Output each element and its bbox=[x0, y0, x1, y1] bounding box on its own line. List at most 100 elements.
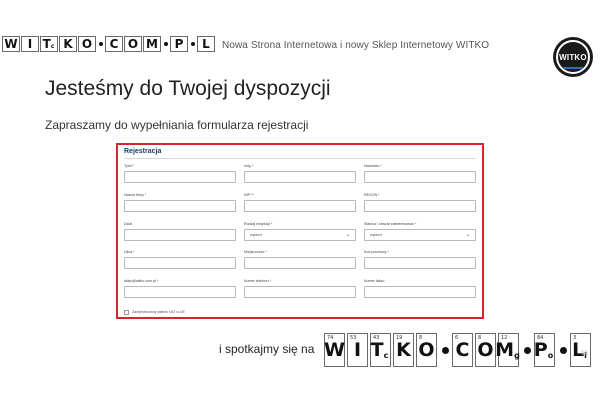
logo-cell-symbol: I bbox=[353, 339, 362, 361]
select-field[interactable]: wybierz ⌄ bbox=[244, 229, 356, 241]
field-label: Dział bbox=[124, 222, 132, 226]
logo-cell-symbol: M bbox=[146, 37, 158, 51]
text-field[interactable] bbox=[124, 200, 236, 212]
text-field[interactable] bbox=[364, 286, 476, 298]
field-label: sklep@witko.com.pl * bbox=[124, 279, 159, 283]
field-label: Numer faksu bbox=[364, 279, 385, 283]
logo-cell: K bbox=[59, 36, 77, 52]
logo-cell-symbol: C bbox=[109, 37, 119, 51]
field-label: Ulica * bbox=[124, 250, 135, 254]
logo-cell: 8O bbox=[475, 333, 496, 367]
text-field[interactable] bbox=[364, 171, 476, 183]
logo-cell-number: 43 bbox=[373, 335, 380, 341]
text-field[interactable] bbox=[244, 286, 356, 298]
logo-cell-symbol: W bbox=[324, 339, 345, 361]
logo-cell: L bbox=[197, 36, 215, 52]
field-value: wybierz bbox=[250, 233, 263, 237]
logo-cell: 3Li bbox=[570, 333, 591, 367]
vat-checkbox-label: Zarejestrowany płatnik VAT w UE bbox=[132, 310, 185, 314]
logo-cell: 53 I bbox=[347, 333, 368, 367]
select-field[interactable]: wybierz ⌄ bbox=[364, 229, 476, 241]
slide-title: Jesteśmy do Twojej dyspozycji bbox=[45, 77, 331, 100]
logo-cell: O bbox=[124, 36, 142, 52]
logo-cell: M bbox=[143, 36, 161, 52]
text-field[interactable] bbox=[124, 286, 236, 298]
logo-dot bbox=[560, 346, 567, 354]
logo-dot bbox=[442, 346, 449, 354]
logo-cell-subscript: c bbox=[50, 43, 55, 50]
logo-cell: 19 K bbox=[393, 333, 414, 367]
badge-text: WITKO bbox=[559, 52, 587, 62]
text-field[interactable] bbox=[124, 229, 236, 241]
header-logo: WITcKOCOMPL bbox=[2, 36, 216, 52]
footer-text: i spotkajmy się na bbox=[219, 342, 315, 356]
logo-cell-number: 12 bbox=[501, 335, 508, 341]
logo-cell: 43 Tc bbox=[370, 333, 391, 367]
field-label: Rodzaj instytucji * bbox=[244, 222, 273, 226]
form-divider bbox=[124, 158, 476, 159]
field-label: Numer telefonu * bbox=[244, 279, 271, 283]
logo-dot bbox=[164, 42, 168, 46]
text-field[interactable] bbox=[364, 200, 476, 212]
field-value: wybierz bbox=[370, 233, 383, 237]
logo-cell-symbol: W bbox=[4, 37, 18, 51]
badge-stripe bbox=[563, 67, 583, 69]
text-field[interactable] bbox=[244, 257, 356, 269]
slide-subtitle: Zapraszamy do wypełniania formularza rej… bbox=[45, 118, 309, 132]
witko-brand-badge: WITKO bbox=[553, 37, 593, 77]
logo-cell-symbol: I bbox=[27, 37, 33, 51]
page-number: 16 bbox=[581, 351, 588, 357]
text-field[interactable] bbox=[244, 200, 356, 212]
logo-cell: W bbox=[2, 36, 20, 52]
field-label: Miejscowość * bbox=[244, 250, 267, 254]
logo-cell-symbol: O bbox=[127, 37, 139, 51]
logo-dot bbox=[99, 42, 103, 46]
form-heading: Rejestracja bbox=[124, 148, 162, 155]
registration-form: Rejestracja Tytuł * Imię * Nazwisko * Nazwa… bbox=[116, 143, 484, 319]
field-label: NIP ** bbox=[244, 193, 254, 197]
field-label: Nazwa firmy * bbox=[124, 193, 147, 197]
logo-cell-symbol: T bbox=[42, 37, 51, 51]
logo-cell: 6C bbox=[452, 333, 473, 367]
logo-cell-number: 53 bbox=[350, 335, 357, 341]
field-label: Imię * bbox=[244, 164, 254, 168]
logo-cell-subscript: c bbox=[383, 351, 389, 360]
logo-dot bbox=[191, 42, 195, 46]
logo-cell-number: 8 bbox=[419, 335, 423, 341]
logo-cell: P bbox=[170, 36, 188, 52]
text-field[interactable] bbox=[124, 257, 236, 269]
logo-cell: 84 Po bbox=[534, 333, 555, 367]
text-field[interactable] bbox=[124, 171, 236, 183]
logo-cell-symbol: C bbox=[455, 339, 470, 361]
vat-checkbox[interactable] bbox=[124, 310, 129, 315]
header-title: Nowa Strona Internetowa i nowy Sklep Int… bbox=[222, 40, 490, 51]
chevron-down-icon: ⌄ bbox=[345, 232, 350, 238]
text-field[interactable] bbox=[244, 171, 356, 183]
logo-cell-number: 19 bbox=[396, 335, 403, 341]
logo-cell-symbol: K bbox=[396, 339, 411, 361]
footer-logo: 74 W 53 I 43 Tc 19 K 8 O 6 C 8 O 12 Mg 84 Po 3 Li bbox=[324, 333, 593, 367]
logo-cell-number: 8 bbox=[478, 335, 482, 341]
logo-cell-symbol: O bbox=[477, 339, 494, 361]
logo-cell-subscript: o bbox=[547, 351, 554, 360]
logo-cell: 8O bbox=[416, 333, 437, 367]
logo-cell-number: 6 bbox=[455, 335, 459, 341]
field-label: Stanica / obszar zainteresowań * bbox=[364, 222, 417, 226]
text-field[interactable] bbox=[364, 257, 476, 269]
logo-cell: I bbox=[21, 36, 39, 52]
logo-cell-symbol: P bbox=[174, 37, 184, 51]
field-label: Tytuł * bbox=[124, 164, 134, 168]
field-label: REGON * bbox=[364, 193, 380, 197]
logo-cell-symbol: P bbox=[533, 339, 548, 361]
logo-cell-symbol: O bbox=[418, 339, 435, 361]
logo-cell-symbol: K bbox=[63, 37, 73, 51]
logo-cell-number: 74 bbox=[327, 335, 334, 341]
logo-cell-number: 84 bbox=[537, 335, 544, 341]
logo-dot bbox=[524, 346, 531, 354]
chevron-down-icon: ⌄ bbox=[465, 232, 470, 238]
logo-cell: O bbox=[78, 36, 96, 52]
logo-cell-symbol: L bbox=[572, 339, 585, 361]
logo-cell: Tc bbox=[40, 36, 58, 52]
logo-cell-symbol: L bbox=[202, 37, 210, 51]
field-label: Kod pocztowy * bbox=[364, 250, 389, 254]
